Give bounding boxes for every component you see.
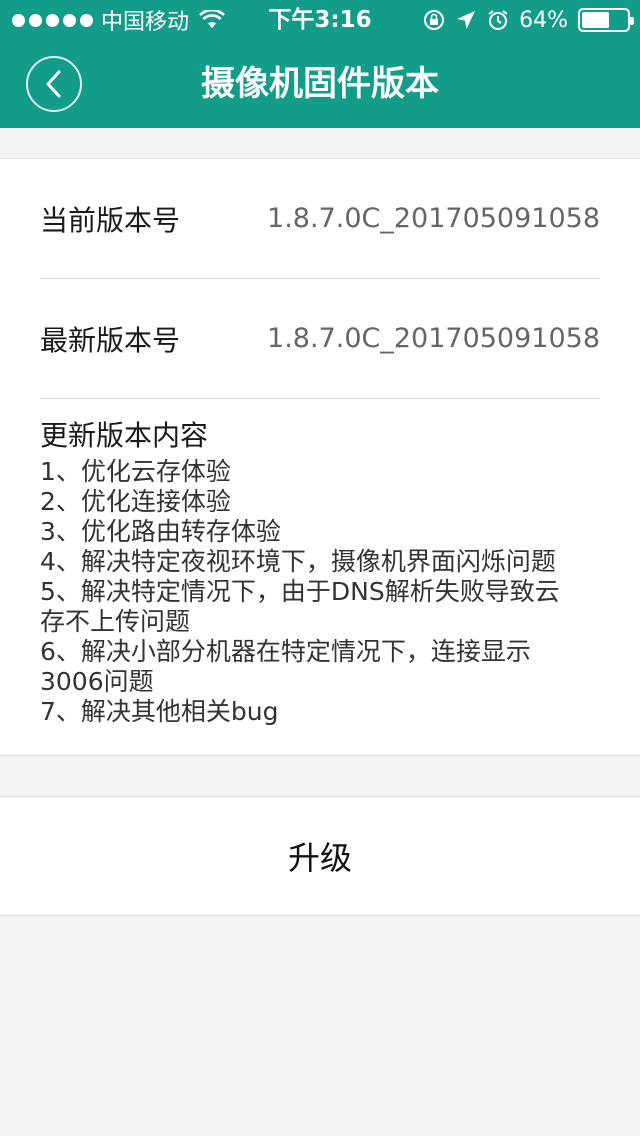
- status-bar: 中国移动 下午3:16 64%: [0, 0, 640, 40]
- release-note-line: 5、解决特定情况下，由于DNS解析失败导致云: [40, 577, 560, 606]
- upgrade-button[interactable]: 升级: [0, 796, 640, 916]
- location-icon: [457, 11, 476, 29]
- battery-icon: [578, 8, 634, 32]
- latest-version-label: 最新版本号: [40, 323, 181, 357]
- release-note-line: 存不上传问题: [40, 607, 191, 636]
- release-notes: 更新版本内容 1、优化云存体验 2、优化连接体验 3、优化路由转存体验 4、解决…: [40, 417, 600, 727]
- battery-percent: 64%: [519, 7, 568, 33]
- release-note-line: 7、解决其他相关bug: [40, 697, 279, 726]
- app-header: 中国移动 下午3:16 64% 摄像机固件版本: [0, 0, 640, 128]
- release-note-line: 3006问题: [40, 667, 154, 696]
- release-note-line: 2、优化连接体验: [40, 487, 231, 516]
- release-notes-list: 1、优化云存体验 2、优化连接体验 3、优化路由转存体验 4、解决特定夜视环境下…: [40, 457, 600, 727]
- nav-bar: 摄像机固件版本: [0, 40, 640, 128]
- release-note-line: 4、解决特定夜视环境下，摄像机界面闪烁问题: [40, 547, 556, 576]
- alarm-icon: [488, 10, 508, 30]
- release-notes-title: 更新版本内容: [40, 419, 209, 452]
- rotation-lock-icon: [424, 10, 445, 30]
- status-right: 64%: [423, 6, 634, 34]
- current-version-label: 当前版本号: [40, 203, 181, 237]
- latest-version-value: 1.8.7.0C_201705091058: [267, 323, 600, 354]
- release-note-line: 1、优化云存体验: [40, 457, 231, 486]
- page-title: 摄像机固件版本: [201, 64, 439, 104]
- firmware-info-panel: 当前版本号 1.8.7.0C_201705091058 最新版本号 1.8.7.…: [0, 158, 640, 756]
- current-version-value: 1.8.7.0C_201705091058: [267, 203, 600, 234]
- current-version-row: 当前版本号 1.8.7.0C_201705091058: [40, 159, 600, 279]
- release-note-line: 6、解决小部分机器在特定情况下，连接显示: [40, 637, 531, 666]
- latest-version-row: 最新版本号 1.8.7.0C_201705091058: [40, 279, 600, 399]
- release-note-line: 3、优化路由转存体验: [40, 517, 281, 546]
